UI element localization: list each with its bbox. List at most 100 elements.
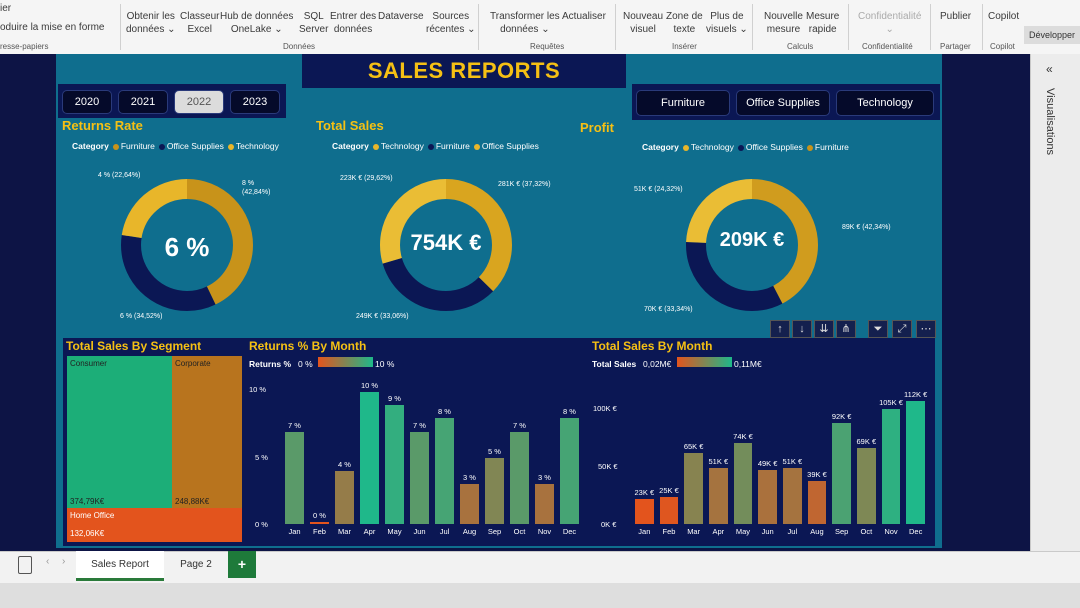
treemap-tile-corporate[interactable] [172, 356, 242, 508]
returns-month-data-label: 0 % [313, 511, 326, 520]
ribbon-new-visual[interactable]: Nouveau visuel [623, 10, 663, 36]
status-bar [0, 583, 1080, 608]
year-slicer: 2020 2021 2022 2023 [58, 84, 286, 118]
focus-mode-icon[interactable]: ⤢ [892, 320, 912, 338]
group-sensitivity: Confidentialité [862, 42, 913, 51]
returns-month-data-label: 8 % [438, 407, 451, 417]
year-button-2020[interactable]: 2020 [62, 90, 112, 114]
sales-month-bar-oct[interactable] [857, 448, 876, 524]
ribbon-more-visuals[interactable]: Plus de visuels ⌄ [706, 10, 748, 36]
developer-tab[interactable]: Développer [1024, 26, 1080, 44]
next-page-icon[interactable]: › [62, 556, 65, 567]
sales-month-bar-may[interactable] [733, 442, 753, 524]
returns-bar-area: 7 % Jan 0 % Feb 4 % Mar 10 % Apr 9 % May 7 % Jun 8 %… [282, 380, 582, 540]
sales-y-tick: 50K € [598, 462, 618, 471]
category-button-furniture[interactable]: Furniture [636, 90, 730, 116]
returns-y-tick: 5 % [255, 453, 268, 462]
ribbon-sql[interactable]: SQL Server [299, 10, 328, 36]
mobile-layout-icon[interactable] [18, 556, 32, 574]
group-share: Partager [940, 42, 971, 51]
returns-month-legend-min: 0 % [298, 359, 313, 369]
ribbon-dataverse[interactable]: Dataverse [378, 10, 424, 23]
returns-month-bar-dec[interactable] [560, 418, 579, 524]
sales-month-x-tick: Jun [761, 527, 774, 536]
ribbon-divider [478, 4, 479, 50]
ribbon-onelake[interactable]: Hub de données OneLake ⌄ [220, 10, 293, 36]
group-copilot: Copilot [990, 42, 1015, 51]
returns-month-bar-aug[interactable] [460, 484, 479, 524]
ribbon-refresh[interactable]: Actualiser [562, 10, 606, 23]
tab-page-2[interactable]: Page 2 [166, 551, 226, 578]
sales-month-bar-feb[interactable] [659, 496, 679, 524]
ribbon-text-box[interactable]: Zone de texte [666, 10, 703, 36]
sales-month-bar-nov[interactable] [881, 408, 901, 524]
ribbon-divider [930, 4, 931, 50]
sales-month-x-tick: Mar [687, 527, 701, 536]
profit-center-value: 209K € [719, 229, 785, 251]
sales-month-x-tick: Dec [908, 527, 923, 536]
title-bar: SALES REPORTS [302, 54, 626, 88]
returns-month-bar-jul[interactable] [435, 418, 454, 524]
sales-month-bar-jun[interactable] [758, 470, 777, 524]
returns-month-data-label: 7 % [513, 420, 526, 430]
more-options-icon[interactable]: ⋯ [916, 320, 936, 338]
filter-icon[interactable]: ⏷ [868, 320, 888, 338]
returns-center-value: 6 % [164, 232, 210, 262]
ribbon-excel[interactable]: Classeur Excel [180, 10, 219, 36]
sales-month-data-label: 74K € [733, 431, 753, 441]
tab-sales-report[interactable]: Sales Report [76, 551, 164, 581]
ribbon-publish[interactable]: Publier [940, 10, 971, 23]
drill-down-icon[interactable]: ↓ [792, 320, 812, 338]
ribbon-enter-data[interactable]: Entrer des données [330, 10, 376, 36]
sales-month-bar-dec[interactable] [906, 400, 925, 524]
treemap-label-consumer: Consumer [70, 359, 107, 368]
add-page-button[interactable]: + [228, 551, 256, 578]
sales-month-data-label: 105K € [879, 397, 903, 407]
ribbon-recent-sources[interactable]: Sources récentes ⌄ [426, 10, 476, 36]
group-queries: Requêtes [530, 42, 565, 51]
returns-month-data-label: 5 % [488, 447, 501, 456]
returns-month-title: Returns % By Month [249, 339, 367, 353]
ribbon-sensitivity[interactable]: Confidentialité ⌄ [858, 10, 921, 36]
sales-month-data-label: 25K € [659, 485, 679, 495]
ribbon-transform[interactable]: Transformer les données ⌄ [490, 10, 560, 36]
drill-up-icon[interactable]: ↑ [770, 320, 790, 338]
sales-month-bar-apr[interactable] [709, 467, 728, 524]
expand-pane-icon[interactable]: « [1046, 62, 1053, 76]
returns-month-data-label: 3 % [538, 473, 551, 483]
sales-month-legend-label: Total Sales [592, 359, 637, 369]
returns-y-tick: 0 % [255, 520, 268, 529]
ribbon-get-data[interactable]: Obtenir les données ⌄ [126, 10, 176, 36]
ribbon-copilot[interactable]: Copilot [988, 10, 1019, 23]
visualizations-label[interactable]: Visualisations [1044, 88, 1056, 155]
ribbon-new-measure[interactable]: Nouvelle mesure [764, 10, 803, 36]
year-button-2022[interactable]: 2022 [174, 90, 224, 114]
returns-month-x-tick: Apr [363, 527, 376, 536]
ribbon-quick-measure[interactable]: Mesure rapide [806, 10, 839, 36]
returns-month-bar-apr[interactable] [360, 392, 379, 524]
sales-month-bar-aug[interactable] [807, 481, 827, 524]
prev-page-icon[interactable]: ‹ [46, 556, 49, 567]
expand-level-icon[interactable]: ⇊ [814, 320, 834, 338]
returns-month-bar-mar[interactable] [335, 471, 354, 524]
hierarchy-icon[interactable]: ⋔ [836, 320, 856, 338]
returns-month-x-tick: Sep [487, 527, 502, 536]
sales-month-bar-jan[interactable] [635, 498, 654, 524]
year-button-2023[interactable]: 2023 [230, 90, 280, 114]
returns-month-bar-sep[interactable] [485, 458, 504, 524]
treemap-tile-consumer[interactable] [67, 356, 172, 508]
returns-month-bar-feb[interactable] [310, 522, 329, 524]
returns-label-technology: 4 % (22,64%) [98, 172, 141, 179]
profit-label-furniture: 51K € (24,32%) [634, 186, 683, 193]
returns-month-bar-nov[interactable] [535, 484, 554, 524]
category-button-office-supplies[interactable]: Office Supplies [736, 90, 830, 116]
total-sales-title: Total Sales [316, 118, 384, 133]
returns-rate-title: Returns Rate [62, 118, 143, 133]
returns-month-bar-jun[interactable] [410, 431, 429, 524]
category-button-technology[interactable]: Technology [836, 90, 934, 116]
returns-month-data-label: 4 % [338, 460, 351, 470]
ribbon-item-format[interactable]: ier oduire la mise en forme [0, 2, 105, 34]
sales-month-legend-min: 0,02M€ [643, 359, 672, 369]
year-button-2021[interactable]: 2021 [118, 90, 168, 114]
ribbon-divider [752, 4, 753, 50]
